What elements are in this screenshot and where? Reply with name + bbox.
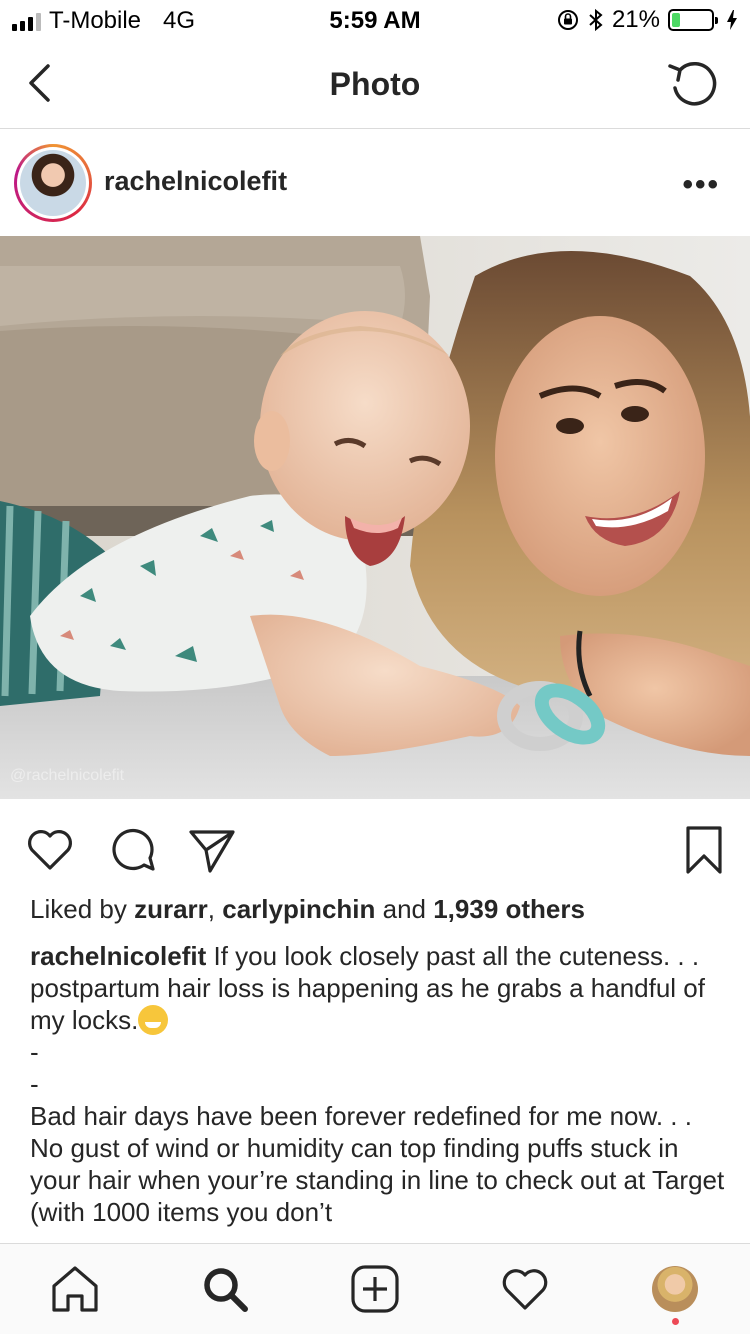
nav-bar: Photo [0, 40, 750, 129]
bluetooth-icon [589, 8, 603, 32]
likes-line: Liked by zurarr, carlypinchin and 1,939 … [30, 894, 730, 925]
status-right: 21% [556, 6, 738, 34]
likes-prefix: Liked by [30, 894, 135, 924]
profile-avatar[interactable] [652, 1266, 698, 1312]
caption-paragraph-1: rachelnicolefit If you look closely past… [30, 940, 728, 1036]
post-actions [0, 820, 750, 880]
battery-fill [672, 13, 680, 27]
caption-dash-2: - [30, 1069, 39, 1099]
share-icon[interactable] [186, 824, 238, 876]
activity-icon[interactable] [500, 1264, 550, 1314]
likes-others[interactable]: 1,939 others [433, 894, 585, 924]
notification-dot [672, 1318, 679, 1325]
heart-icon[interactable] [24, 824, 76, 876]
post-caption: rachelnicolefit If you look closely past… [30, 940, 728, 1228]
lock-rotation-icon [557, 10, 578, 30]
add-icon[interactable] [350, 1264, 400, 1314]
search-icon[interactable] [200, 1264, 250, 1314]
charging-icon [727, 10, 737, 30]
battery-percent: 21% [611, 6, 660, 33]
tab-bar [0, 1243, 750, 1334]
likes-separator: , [207, 894, 223, 924]
battery-icon [668, 9, 718, 31]
liked-user-2[interactable]: carlypinchin [222, 894, 375, 924]
caption-dash-1: - [30, 1037, 39, 1067]
post-username[interactable]: rachelnicolefit [104, 166, 287, 197]
page-title: Photo [329, 66, 421, 102]
more-icon[interactable]: ••• [682, 168, 720, 202]
post-header: rachelnicolefit ••• [0, 130, 750, 236]
caption-username[interactable]: rachelnicolefit [30, 941, 206, 971]
post-photo[interactable]: @rachelnicolefit [0, 236, 750, 799]
home-icon[interactable] [50, 1264, 100, 1314]
status-bar: T-Mobile 4G 5:59 AM 21% [0, 0, 750, 40]
photo-watermark: @rachelnicolefit [10, 767, 125, 784]
liked-user-1[interactable]: zurarr [134, 894, 208, 924]
refresh-icon[interactable] [666, 58, 722, 110]
bookmark-icon[interactable] [678, 824, 730, 876]
comment-icon[interactable] [106, 824, 158, 876]
caption-text-2: Bad hair days have been forever redefine… [30, 1101, 725, 1227]
sweat-smile-emoji-icon [138, 1005, 169, 1035]
post-avatar[interactable] [14, 144, 92, 222]
likes-middle: and [375, 894, 434, 924]
